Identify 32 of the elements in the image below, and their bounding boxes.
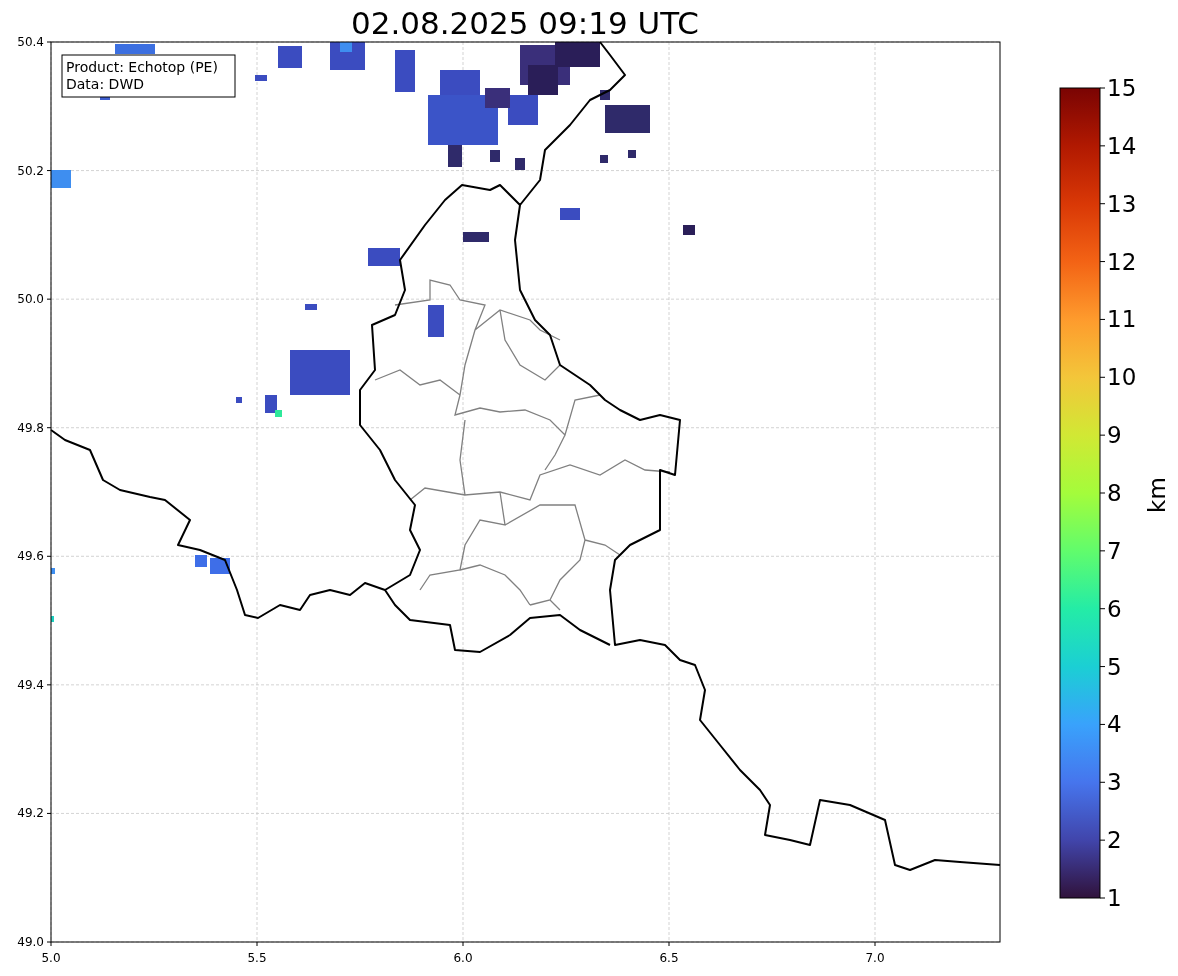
x-tick-label: 5.0 bbox=[41, 951, 61, 965]
x-tick-label: 7.0 bbox=[865, 951, 885, 965]
y-tick-label: 49.4 bbox=[17, 677, 44, 692]
colorbar-tick-label: 13 bbox=[1107, 190, 1137, 217]
colorbar-tick-label: 5 bbox=[1107, 653, 1122, 680]
y-tick-label: 49.2 bbox=[17, 806, 44, 821]
y-tick-label: 49.6 bbox=[17, 549, 44, 564]
colorbar-tick-label: 7 bbox=[1107, 537, 1122, 564]
y-tick-label: 49.8 bbox=[17, 420, 44, 435]
x-tick-label: 6.0 bbox=[453, 951, 473, 965]
colorbar-label: km bbox=[1144, 477, 1170, 513]
colorbar-tick-label: 1 bbox=[1107, 885, 1122, 911]
legend-text: Data: DWD bbox=[66, 76, 144, 92]
colorbar-tick-label: 11 bbox=[1107, 306, 1137, 333]
y-tick-label: 50.2 bbox=[17, 163, 44, 178]
colorbar-tick-label: 3 bbox=[1107, 769, 1122, 796]
colorbar-tick-label: 6 bbox=[1107, 595, 1122, 622]
y-tick-label: 50.4 bbox=[17, 35, 44, 49]
colorbar-tick-label: 10 bbox=[1107, 364, 1137, 391]
colorbar-tick-label: 12 bbox=[1107, 248, 1137, 275]
colorbar-tick-label: 4 bbox=[1107, 711, 1122, 738]
x-tick-label: 6.5 bbox=[659, 951, 679, 965]
y-tick-label: 49.0 bbox=[17, 935, 44, 949]
colorbar-tick-label: 14 bbox=[1107, 132, 1137, 159]
x-tick-label: 5.5 bbox=[247, 951, 267, 965]
colorbar-tick-label: 2 bbox=[1107, 827, 1122, 854]
legend-text: Product: Echotop (PE) bbox=[66, 59, 218, 75]
colorbar-tick-label: 9 bbox=[1107, 422, 1122, 449]
colorbar-tick-label: 15 bbox=[1107, 75, 1137, 101]
colorbar-tick-label: 8 bbox=[1107, 480, 1122, 506]
y-tick-label: 50.0 bbox=[17, 292, 44, 307]
chart-title: 02.08.2025 09:19 UTC bbox=[351, 5, 699, 41]
